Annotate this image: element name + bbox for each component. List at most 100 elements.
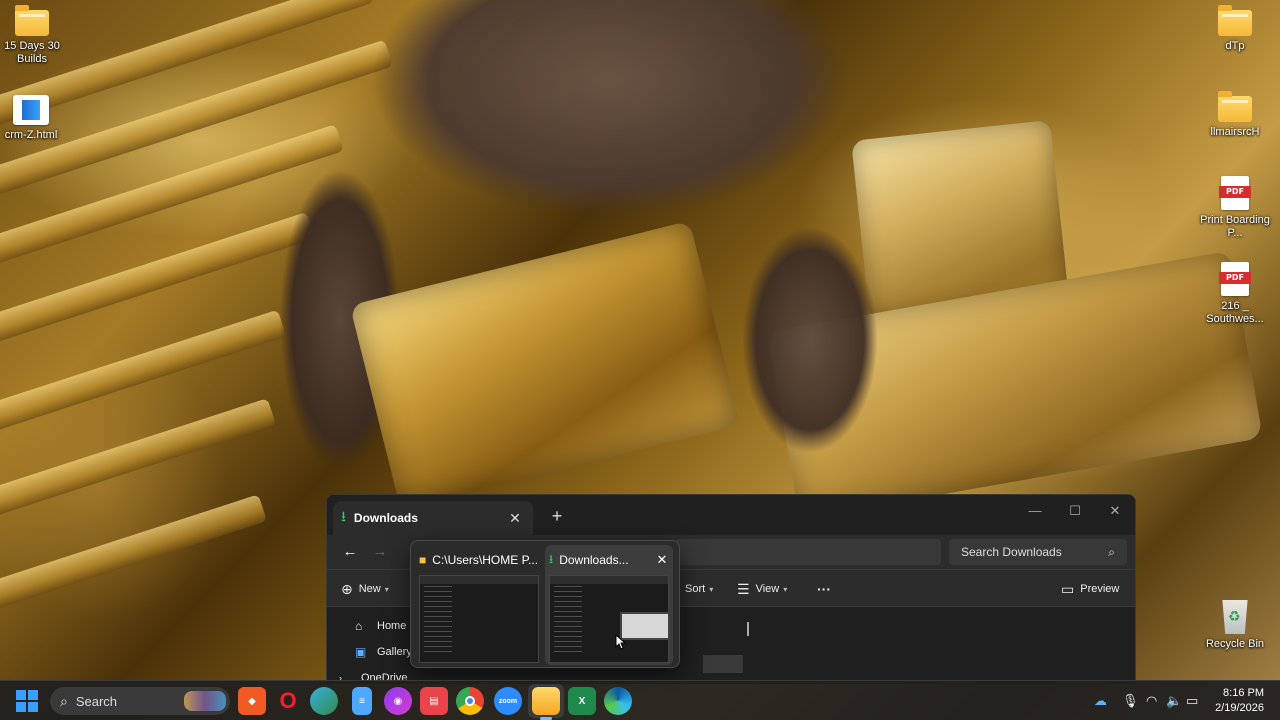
browser-globe-icon[interactable] xyxy=(310,687,338,715)
chevron-down-icon: ▾ xyxy=(709,584,714,594)
tab-label: Downloads xyxy=(353,511,418,525)
sidebar-item-home[interactable]: ⌂ Home xyxy=(355,615,406,637)
more-options-button[interactable]: ··· xyxy=(817,570,831,608)
folder-icon: ■ xyxy=(419,553,427,567)
desktop-icon-recycle-bin[interactable]: ♻ Recycle Bin xyxy=(1197,600,1273,651)
copilot-icon[interactable]: ◉ xyxy=(384,687,412,715)
desktop-icon-label: llmairsrcH xyxy=(1210,126,1260,138)
clock-time: 8:16 PM xyxy=(1223,687,1264,699)
sort-button[interactable]: Sort ▾ xyxy=(685,570,713,608)
opera-icon[interactable]: O xyxy=(274,687,302,715)
new-label: New xyxy=(358,583,381,595)
battery-icon[interactable]: ▭ xyxy=(1186,681,1198,720)
address-bar[interactable] xyxy=(675,539,941,565)
desktop-icon-label: Recycle Bin xyxy=(1205,638,1265,650)
forward-button[interactable]: → xyxy=(365,539,395,565)
clock-date: 2/19/2026 xyxy=(1215,702,1264,714)
app-icon[interactable]: ▤ xyxy=(420,687,448,715)
pdf-file-icon: PDF xyxy=(1219,262,1251,296)
pdf-badge: PDF xyxy=(1219,186,1251,198)
search-icon: ⌕ xyxy=(60,692,68,709)
search-input[interactable]: Search Downloads ⌕ xyxy=(949,539,1127,565)
desktop-icon-216-southwest[interactable]: PDF 216 _ Southwes... xyxy=(1197,262,1273,326)
search-icon: ⌕ xyxy=(1108,544,1115,559)
chevron-down-icon: ▾ xyxy=(384,584,389,594)
preview-pane-icon: ▭ xyxy=(1061,580,1075,597)
desktop-icon-label: dTp xyxy=(1225,40,1245,52)
window-thumbnail xyxy=(549,575,669,663)
edge-icon[interactable] xyxy=(604,687,632,715)
folder-icon xyxy=(1218,5,1252,36)
microphone-icon[interactable]: 🎙 xyxy=(1122,681,1139,720)
desktop-icon-llmairsrch[interactable]: llmairsrcH xyxy=(1197,91,1273,139)
zoom-text: zoom xyxy=(498,697,518,705)
folder-icon xyxy=(15,5,49,36)
window-thumbnail xyxy=(419,575,539,663)
folder-icon xyxy=(1218,91,1252,122)
close-window-button[interactable]: ✕ xyxy=(1095,499,1135,523)
sidebar-item-label: Gallery xyxy=(377,646,412,658)
taskbar-preview-popup: ■ C:\Users\HOME P... ⭳ Downloads... ✕ xyxy=(410,540,680,668)
home-icon: ⌂ xyxy=(355,619,363,633)
sidebar-item-label: Home xyxy=(377,620,407,632)
desktop-icon-label: 216 _ Southwes... xyxy=(1206,300,1264,325)
pdf-file-icon: PDF xyxy=(1219,176,1251,210)
taskbar-search[interactable]: ⌕ Search xyxy=(50,687,230,715)
preview-window-home-path[interactable]: ■ C:\Users\HOME P... xyxy=(415,545,543,665)
maximize-button[interactable]: ☐ xyxy=(1055,499,1095,523)
zoom-icon[interactable]: zoom xyxy=(494,687,522,715)
desktop-icon-label: crm-Z.html xyxy=(4,129,58,141)
start-button[interactable] xyxy=(16,690,38,712)
desktop-icon-label: Print Boarding P... xyxy=(1200,214,1270,239)
preview-window-downloads[interactable]: ⭳ Downloads... ✕ xyxy=(545,545,673,665)
back-button[interactable]: ← xyxy=(335,539,365,565)
plus-circle-icon: ⊕ xyxy=(341,580,353,597)
preview-label: C:\Users\HOME P... xyxy=(432,553,539,567)
preview-pane-button[interactable]: ▭ Preview xyxy=(1061,570,1119,608)
minimize-button[interactable]: — xyxy=(1015,499,1055,523)
taskbar-search-label: Search xyxy=(75,693,118,709)
wifi-icon[interactable]: ◠ xyxy=(1146,681,1157,720)
close-tab-icon[interactable]: ✕ xyxy=(505,510,525,527)
gallery-icon: ▣ xyxy=(355,645,367,659)
download-icon: ⭳ xyxy=(549,551,554,566)
brave-icon[interactable]: ◆ xyxy=(238,687,266,715)
more-icon: ··· xyxy=(817,581,831,597)
preview-label: Downloads... xyxy=(559,553,629,567)
search-placeholder: Search Downloads xyxy=(961,545,1062,559)
desktop-icon-print-boarding-pass[interactable]: PDF Print Boarding P... xyxy=(1197,176,1273,240)
desktop-icon-15-days-30-builds[interactable]: 15 Days 30 Builds xyxy=(0,5,70,66)
sidebar-item-gallery[interactable]: ▣ Gallery xyxy=(355,641,412,663)
title-bar[interactable]: ⭳ Downloads ✕ + — ☐ ✕ xyxy=(327,495,1135,535)
view-list-icon: ☰ xyxy=(737,580,750,597)
tab-downloads[interactable]: ⭳ Downloads ✕ xyxy=(333,501,533,535)
pdf-badge: PDF xyxy=(1219,272,1251,284)
view-button[interactable]: ☰ View ▾ xyxy=(737,570,787,608)
new-button[interactable]: ⊕ New ▾ xyxy=(341,570,389,608)
recycle-icon: ♻ xyxy=(1228,608,1241,624)
excel-icon[interactable]: X xyxy=(568,687,596,715)
file-explorer-icon[interactable] xyxy=(532,687,560,720)
new-tab-button[interactable]: + xyxy=(545,504,569,528)
desktop-icon-crm-z-html[interactable]: crm-Z.html xyxy=(0,95,69,142)
html-file-icon xyxy=(13,95,49,125)
scrollbar[interactable] xyxy=(747,622,749,636)
download-icon: ⭳ xyxy=(341,508,346,524)
recycle-bin-icon: ♻ xyxy=(1222,600,1248,634)
chrome-icon[interactable] xyxy=(456,687,484,715)
desktop-icon-dtp[interactable]: dTp xyxy=(1197,5,1273,53)
system-clock[interactable]: 8:16 PM 2/19/2026 xyxy=(1215,686,1264,716)
view-label: View xyxy=(755,583,780,595)
taskbar: ⌕ Search ◆ O ≡ ◉ ▤ zoom X ☁ 🎙 ◠ 🔈 ▭ 8:16… xyxy=(0,680,1280,720)
volume-icon[interactable]: 🔈 xyxy=(1166,681,1182,720)
close-preview-icon[interactable]: ✕ xyxy=(655,552,669,568)
search-highlight-icon xyxy=(184,691,226,711)
desktop-icon-label: 15 Days 30 Builds xyxy=(4,40,60,65)
mouse-cursor-icon xyxy=(615,634,627,650)
preview-label: Preview xyxy=(1080,583,1120,595)
tray-onedrive-icon[interactable]: ☁ xyxy=(1094,681,1107,720)
sort-label: Sort xyxy=(685,583,706,595)
selected-row[interactable] xyxy=(703,655,743,673)
notepad-icon[interactable]: ≡ xyxy=(352,687,372,715)
chevron-down-icon: ▾ xyxy=(783,584,788,594)
